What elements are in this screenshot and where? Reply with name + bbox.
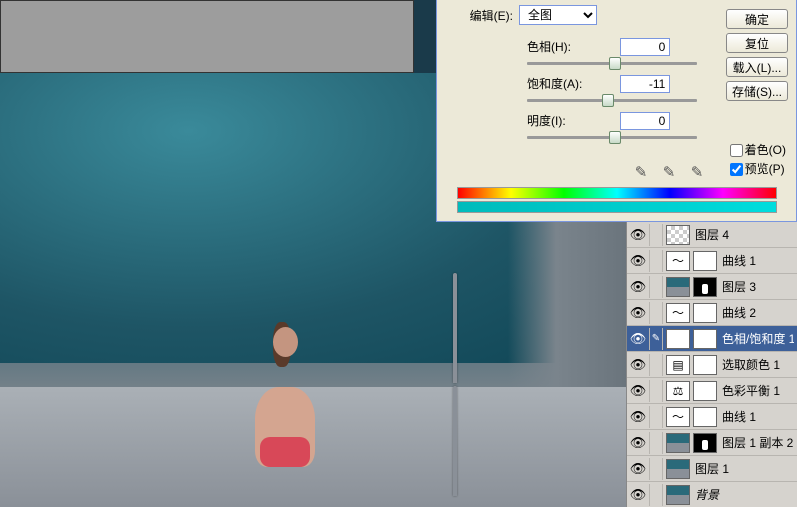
dialog-button-column: 确定 复位 载入(L)... 存储(S)... (718, 3, 796, 107)
load-button[interactable]: 载入(L)... (726, 57, 788, 77)
layer-thumbnail[interactable]: ▤ (666, 355, 690, 375)
layer-name-label[interactable]: 曲线 2 (720, 304, 794, 321)
eyedropper-icon[interactable]: ✎ (632, 163, 650, 181)
layer-link-col[interactable] (649, 406, 663, 428)
layer-row[interactable]: 👁 〜 曲线 2 (627, 300, 797, 326)
layer-row[interactable]: 👁 图层 1 副本 2 (627, 430, 797, 456)
visibility-eye-icon[interactable]: 👁 (630, 409, 646, 425)
lightness-slider[interactable] (527, 136, 697, 139)
layer-row[interactable]: 👁 ▤ 选取颜色 1 (627, 352, 797, 378)
layer-name-label[interactable]: 图层 4 (693, 226, 794, 243)
hue-label: 色相(H): (527, 38, 587, 55)
layer-thumbnail[interactable]: ⚖ (666, 381, 690, 401)
hue-slider-thumb[interactable] (609, 57, 621, 70)
lightness-value-input[interactable]: 0 (620, 112, 670, 130)
layer-thumbnail[interactable] (666, 225, 690, 245)
layer-mask-thumbnail[interactable] (693, 303, 717, 323)
lightness-slider-thumb[interactable] (609, 131, 621, 144)
visibility-eye-icon[interactable]: 👁 (630, 227, 646, 243)
layer-thumbnail[interactable]: 〜 (666, 251, 690, 271)
layer-link-col[interactable] (649, 380, 663, 402)
cancel-button[interactable]: 复位 (726, 33, 788, 53)
layer-thumbnail[interactable] (666, 277, 690, 297)
layer-link-col[interactable] (649, 432, 663, 454)
layer-name-label[interactable]: 图层 1 副本 2 (720, 434, 794, 451)
hue-slider[interactable] (527, 62, 697, 65)
layer-name-label[interactable]: 图层 1 (693, 460, 794, 477)
layer-row[interactable]: 👁 图层 3 (627, 274, 797, 300)
layer-name-label[interactable]: 背景 (693, 486, 794, 503)
eyedropper-subtract-icon[interactable]: ✎ (688, 163, 706, 181)
visibility-eye-icon[interactable]: 👁 (630, 383, 646, 399)
layer-name-label[interactable]: 曲线 1 (720, 408, 794, 425)
layer-mask-thumbnail[interactable] (693, 277, 717, 297)
colorize-checkbox[interactable] (730, 144, 743, 157)
layer-row[interactable]: 👁 〜 曲线 1 (627, 248, 797, 274)
layer-link-col[interactable] (649, 302, 663, 324)
layer-link-col[interactable]: ✎ (649, 328, 663, 350)
layer-name-label[interactable]: 色彩平衡 1 (720, 382, 794, 399)
layer-thumbnail[interactable] (666, 433, 690, 453)
hue-saturation-dialog: 编辑(E): 全图 色相(H): 0 饱和度(A): -11 明度(I): 0 … (436, 0, 797, 222)
layer-thumbnail[interactable] (666, 459, 690, 479)
eyedropper-group: ✎ ✎ ✎ (632, 163, 706, 181)
saturation-slider[interactable] (527, 99, 697, 102)
layer-row[interactable]: 👁✎◐ 色相/饱和度 1 (627, 326, 797, 352)
layer-mask-thumbnail[interactable] (693, 407, 717, 427)
pool-ladder (438, 273, 488, 393)
layer-link-col[interactable] (649, 276, 663, 298)
save-button[interactable]: 存储(S)... (726, 81, 788, 101)
layer-link-col[interactable] (649, 224, 663, 246)
dialog-checkboxes: 着色(O) 预览(P) (730, 139, 786, 179)
layer-name-label[interactable]: 色相/饱和度 1 (720, 330, 794, 347)
layer-mask-thumbnail[interactable] (693, 251, 717, 271)
layer-thumbnail[interactable] (666, 485, 690, 505)
layer-row[interactable]: 👁 背景 (627, 482, 797, 507)
layer-row[interactable]: 👁 图层 1 (627, 456, 797, 482)
person-figure (245, 317, 325, 467)
preview-checkbox-label[interactable]: 预览(P) (730, 160, 786, 177)
hue-spectrum-top[interactable] (457, 187, 777, 199)
layer-link-col[interactable] (649, 484, 663, 506)
layer-thumbnail[interactable]: 〜 (666, 303, 690, 323)
layer-thumbnail[interactable]: ◐ (666, 329, 690, 349)
visibility-eye-icon[interactable]: 👁 (630, 305, 646, 321)
visibility-eye-icon[interactable]: 👁 (630, 435, 646, 451)
layer-row[interactable]: 👁 〜 曲线 1 (627, 404, 797, 430)
layer-mask-thumbnail[interactable] (693, 381, 717, 401)
visibility-eye-icon[interactable]: 👁 (630, 253, 646, 269)
layer-mask-thumbnail[interactable] (693, 433, 717, 453)
layer-row[interactable]: 👁 图层 4 (627, 222, 797, 248)
canvas-gray-bg (0, 0, 414, 73)
eyedropper-add-icon[interactable]: ✎ (660, 163, 678, 181)
layer-link-col[interactable] (649, 458, 663, 480)
layer-row[interactable]: 👁 ⚖ 色彩平衡 1 (627, 378, 797, 404)
layer-link-col[interactable] (649, 250, 663, 272)
layer-name-label[interactable]: 选取颜色 1 (720, 356, 794, 373)
colorize-checkbox-label[interactable]: 着色(O) (730, 141, 786, 158)
hue-spectrum-bottom[interactable] (457, 201, 777, 213)
saturation-slider-thumb[interactable] (602, 94, 614, 107)
hue-value-input[interactable]: 0 (620, 38, 670, 56)
layer-link-col[interactable] (649, 354, 663, 376)
layer-mask-thumbnail[interactable] (693, 329, 717, 349)
ok-button[interactable]: 确定 (726, 9, 788, 29)
visibility-eye-icon[interactable]: 👁 (630, 487, 646, 503)
edit-dropdown[interactable]: 全图 (519, 5, 597, 25)
saturation-label: 饱和度(A): (527, 75, 587, 92)
visibility-eye-icon[interactable]: 👁 (630, 357, 646, 373)
visibility-eye-icon[interactable]: 👁 (630, 461, 646, 477)
preview-checkbox[interactable] (730, 163, 743, 176)
layer-thumbnail[interactable]: 〜 (666, 407, 690, 427)
visibility-eye-icon[interactable]: 👁 (630, 279, 646, 295)
lightness-label: 明度(I): (527, 112, 587, 129)
edit-label: 编辑(E): (449, 7, 519, 24)
layer-name-label[interactable]: 图层 3 (720, 278, 794, 295)
layer-name-label[interactable]: 曲线 1 (720, 252, 794, 269)
visibility-eye-icon[interactable]: 👁 (630, 331, 646, 347)
layer-mask-thumbnail[interactable] (693, 355, 717, 375)
layers-panel: 👁图层 4👁〜曲线 1👁图层 3👁〜曲线 2👁✎◐色相/饱和度 1👁▤选取颜色 … (626, 222, 797, 507)
saturation-value-input[interactable]: -11 (620, 75, 670, 93)
